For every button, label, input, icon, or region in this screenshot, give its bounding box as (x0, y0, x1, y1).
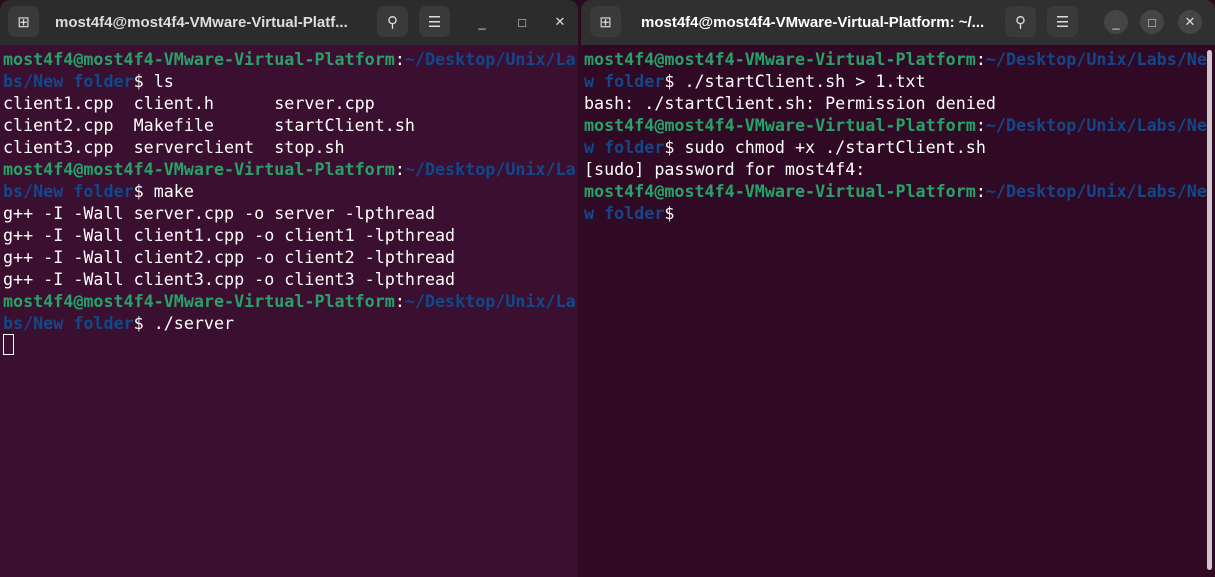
prompt-user-host: most4f4@most4f4-VMware-Virtual-Platform (3, 291, 395, 311)
terminal-text: g++ -I -Wall server.cpp -o server -lpthr… (3, 203, 436, 223)
prompt-path: ~/Desktop/Unix/Labs/Ne (985, 49, 1207, 69)
terminal-text: g++ -I -Wall client3.cpp -o client3 -lpt… (3, 269, 456, 289)
terminal-line: client1.cpp client.h server.cpp (3, 92, 578, 114)
terminal-text: bash: ./startClient.sh: Permission denie… (584, 93, 996, 113)
prompt-path: ~/Desktop/Unix/La (404, 49, 576, 69)
terminal-line: most4f4@most4f4-VMware-Virtual-Platform:… (584, 114, 1215, 136)
new-tab-button[interactable]: ⊞ (590, 6, 621, 37)
minimize-button[interactable]: _ (1104, 10, 1128, 34)
scrollbar[interactable] (1207, 50, 1212, 570)
prompt-path: ~/Desktop/Unix/Labs/Ne (985, 181, 1207, 201)
window-title: most4f4@most4f4-VMware-Virtual-Platform:… (641, 14, 985, 31)
terminal-text: $ ls (133, 71, 174, 91)
title-bar[interactable]: ⊞ most4f4@most4f4-VMware-Virtual-Platf..… (0, 0, 578, 45)
new-tab-icon: ⊞ (17, 13, 30, 31)
terminal-text: $ ./server (133, 313, 235, 333)
terminal-line: w folder$ sudo chmod +x ./startClient.sh (584, 136, 1215, 158)
prompt-user-host: most4f4@most4f4-VMware-Virtual-Platform (584, 181, 976, 201)
terminal-line: bs/New folder$ ls (3, 70, 578, 92)
terminal-output[interactable]: most4f4@most4f4-VMware-Virtual-Platform:… (0, 45, 578, 356)
menu-button[interactable]: ☰ (419, 6, 450, 37)
hamburger-icon: ☰ (1055, 13, 1070, 31)
terminal-window-right[interactable]: ⊞ most4f4@most4f4-VMware-Virtual-Platfor… (581, 0, 1215, 577)
prompt-path: w folder (584, 203, 665, 223)
maximize-button[interactable]: □ (1140, 10, 1164, 34)
terminal-line: bs/New folder$ ./server (3, 312, 578, 334)
terminal-line: g++ -I -Wall client1.cpp -o client1 -lpt… (3, 224, 578, 246)
search-icon: ⚲ (387, 13, 398, 31)
terminal-text: : (975, 49, 986, 69)
prompt-user-host: most4f4@most4f4-VMware-Virtual-Platform (584, 49, 976, 69)
terminal-line: [sudo] password for most4f4: (584, 158, 1215, 180)
prompt-path: ~/Desktop/Unix/La (404, 159, 576, 179)
terminal-line: bs/New folder$ make (3, 180, 578, 202)
terminal-text: client2.cpp Makefile startClient.sh (3, 115, 415, 135)
maximize-button[interactable]: □ (510, 10, 534, 34)
window-title: most4f4@most4f4-VMware-Virtual-Platf... (55, 14, 348, 31)
terminal-line: client3.cpp serverclient stop.sh (3, 136, 578, 158)
search-button[interactable]: ⚲ (377, 6, 408, 37)
menu-button[interactable]: ☰ (1047, 6, 1078, 37)
terminal-text: $ sudo chmod +x ./startClient.sh (664, 137, 986, 157)
terminal-line: bash: ./startClient.sh: Permission denie… (584, 92, 1215, 114)
terminal-line: g++ -I -Wall client3.cpp -o client3 -lpt… (3, 268, 578, 290)
prompt-path: ~/Desktop/Unix/La (404, 291, 576, 311)
prompt-user-host: most4f4@most4f4-VMware-Virtual-Platform (3, 49, 395, 69)
terminal-text: $ (664, 203, 675, 223)
terminal-line: g++ -I -Wall server.cpp -o server -lpthr… (3, 202, 578, 224)
prompt-path: bs/New folder (3, 313, 134, 333)
prompt-path: ~/Desktop/Unix/Labs/Ne (985, 115, 1207, 135)
terminal-output[interactable]: most4f4@most4f4-VMware-Virtual-Platform:… (581, 45, 1215, 224)
terminal-text: : (975, 115, 986, 135)
terminal-text: [sudo] password for most4f4: (584, 159, 866, 179)
terminal-text: $ make (133, 181, 194, 201)
new-tab-icon: ⊞ (599, 13, 612, 31)
terminal-line: most4f4@most4f4-VMware-Virtual-Platform:… (584, 48, 1215, 70)
terminal-line: g++ -I -Wall client2.cpp -o client2 -lpt… (3, 246, 578, 268)
close-button[interactable]: ✕ (1178, 10, 1202, 34)
search-button[interactable]: ⚲ (1005, 6, 1036, 37)
prompt-path: bs/New folder (3, 71, 134, 91)
close-button[interactable]: ✕ (548, 10, 572, 34)
terminal-text: client3.cpp serverclient stop.sh (3, 137, 345, 157)
terminal-text: g++ -I -Wall client1.cpp -o client1 -lpt… (3, 225, 456, 245)
terminal-text: : (394, 159, 405, 179)
title-bar[interactable]: ⊞ most4f4@most4f4-VMware-Virtual-Platfor… (581, 0, 1215, 45)
prompt-path: w folder (584, 137, 665, 157)
terminal-line: most4f4@most4f4-VMware-Virtual-Platform:… (3, 290, 578, 312)
prompt-path: bs/New folder (3, 181, 134, 201)
terminal-line: client2.cpp Makefile startClient.sh (3, 114, 578, 136)
terminal-text: g++ -I -Wall client2.cpp -o client2 -lpt… (3, 247, 456, 267)
prompt-path: w folder (584, 71, 665, 91)
terminal-text: : (394, 49, 405, 69)
terminal-line: most4f4@most4f4-VMware-Virtual-Platform:… (584, 180, 1215, 202)
terminal-text: $ ./startClient.sh > 1.txt (664, 71, 926, 91)
terminal-text: : (975, 181, 986, 201)
terminal-line: most4f4@most4f4-VMware-Virtual-Platform:… (3, 48, 578, 70)
search-icon: ⚲ (1015, 13, 1026, 31)
hamburger-icon: ☰ (427, 13, 442, 31)
terminal-line: w folder$ ./startClient.sh > 1.txt (584, 70, 1215, 92)
text-cursor (3, 334, 14, 355)
prompt-user-host: most4f4@most4f4-VMware-Virtual-Platform (584, 115, 976, 135)
terminal-window-left[interactable]: ⊞ most4f4@most4f4-VMware-Virtual-Platf..… (0, 0, 578, 577)
terminal-line: most4f4@most4f4-VMware-Virtual-Platform:… (3, 158, 578, 180)
prompt-user-host: most4f4@most4f4-VMware-Virtual-Platform (3, 159, 395, 179)
new-tab-button[interactable]: ⊞ (8, 6, 39, 37)
minimize-button[interactable]: _ (470, 10, 494, 34)
terminal-line: w folder$ (584, 202, 1215, 224)
terminal-text: client1.cpp client.h server.cpp (3, 93, 375, 113)
terminal-text: : (394, 291, 405, 311)
